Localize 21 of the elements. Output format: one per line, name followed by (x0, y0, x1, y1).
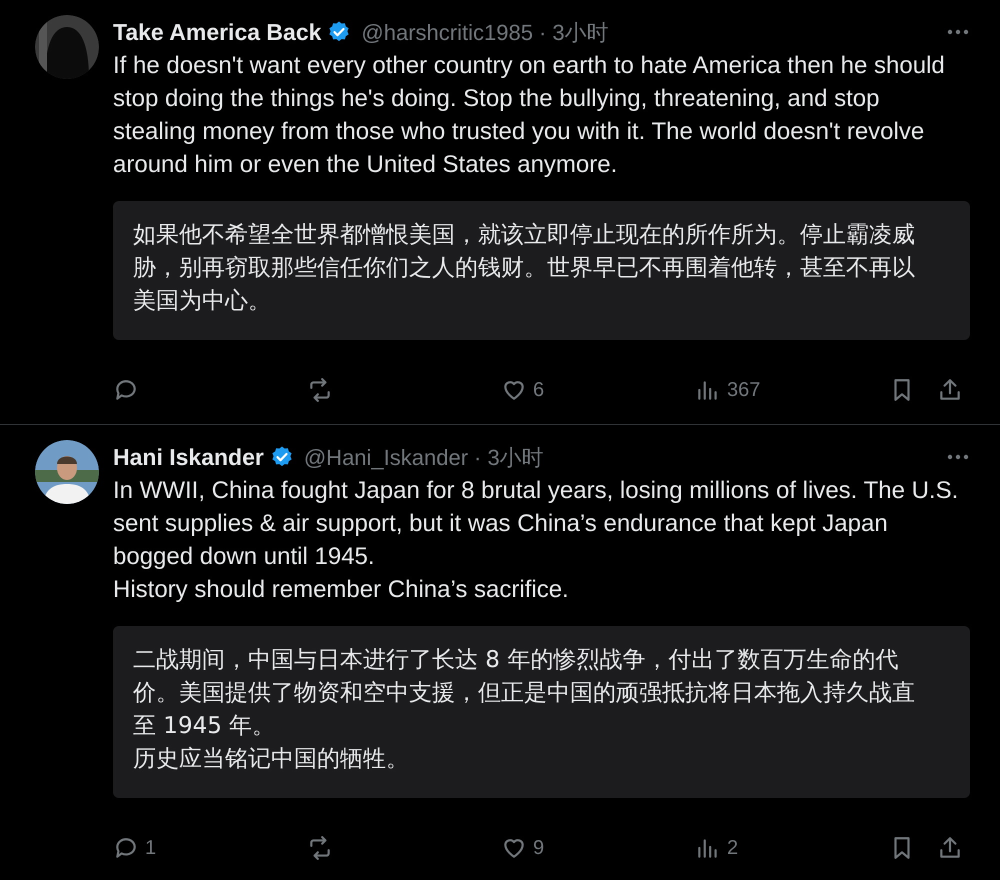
tweet-text: In WWII, China fought Japan for 8 brutal years, losing millions of lives. The U.S. sent supplies & air support, but it was China’s endurance that kept Japan bogged down until 1945. (113, 476, 960, 572)
translation-text: 历史应当铭记中国的牺牲。 (133, 745, 410, 774)
handle[interactable]: @harshcritic1985 (361, 16, 533, 48)
count: 1 (145, 836, 156, 861)
count: 6 (533, 378, 544, 403)
timestamp[interactable]: · 3小时 (538, 16, 609, 48)
timestamp[interactable]: · 3小时 (474, 440, 544, 474)
tweet-text: If he doesn't want every other country on earth to hate America then he should stop doing the things he's doing. Stop the bullying, threatening, and stop stealing money from those who trusted you with it. The world doesn't revolve around him or even the United States anymore. (113, 51, 946, 180)
more-icon[interactable] (946, 453, 970, 461)
count: 9 (533, 836, 544, 861)
author-name[interactable]: Hani Iskander (113, 440, 264, 474)
reply-icon[interactable] (113, 835, 139, 861)
author-name[interactable]: Take America Back (113, 14, 322, 50)
count: 367 (727, 378, 760, 403)
translation-text: 如果他不希望全世界都憎恨美国，就该立即停止现在的所作所为。停止霸凌威胁，别再窃取那些信任你们之人的钱财。世界早已不再围着他转，甚至不再以美国为中心。 (133, 221, 916, 316)
more-icon[interactable] (946, 28, 970, 36)
handle[interactable]: @Hani_Iskander (304, 440, 468, 474)
count: 2 (727, 836, 738, 861)
translation-text: 二战期间，中国与日本进行了长达 8 年的惨烈战争，付出了数百万生命的代价。美国提供了物资和空中支援，但正是中国的顽强抵抗将日本拖入持久战直至 1945 年。 (133, 646, 916, 741)
tweet-text: History should remember China’s sacrifice. (113, 575, 570, 605)
reply-icon[interactable] (113, 377, 139, 403)
